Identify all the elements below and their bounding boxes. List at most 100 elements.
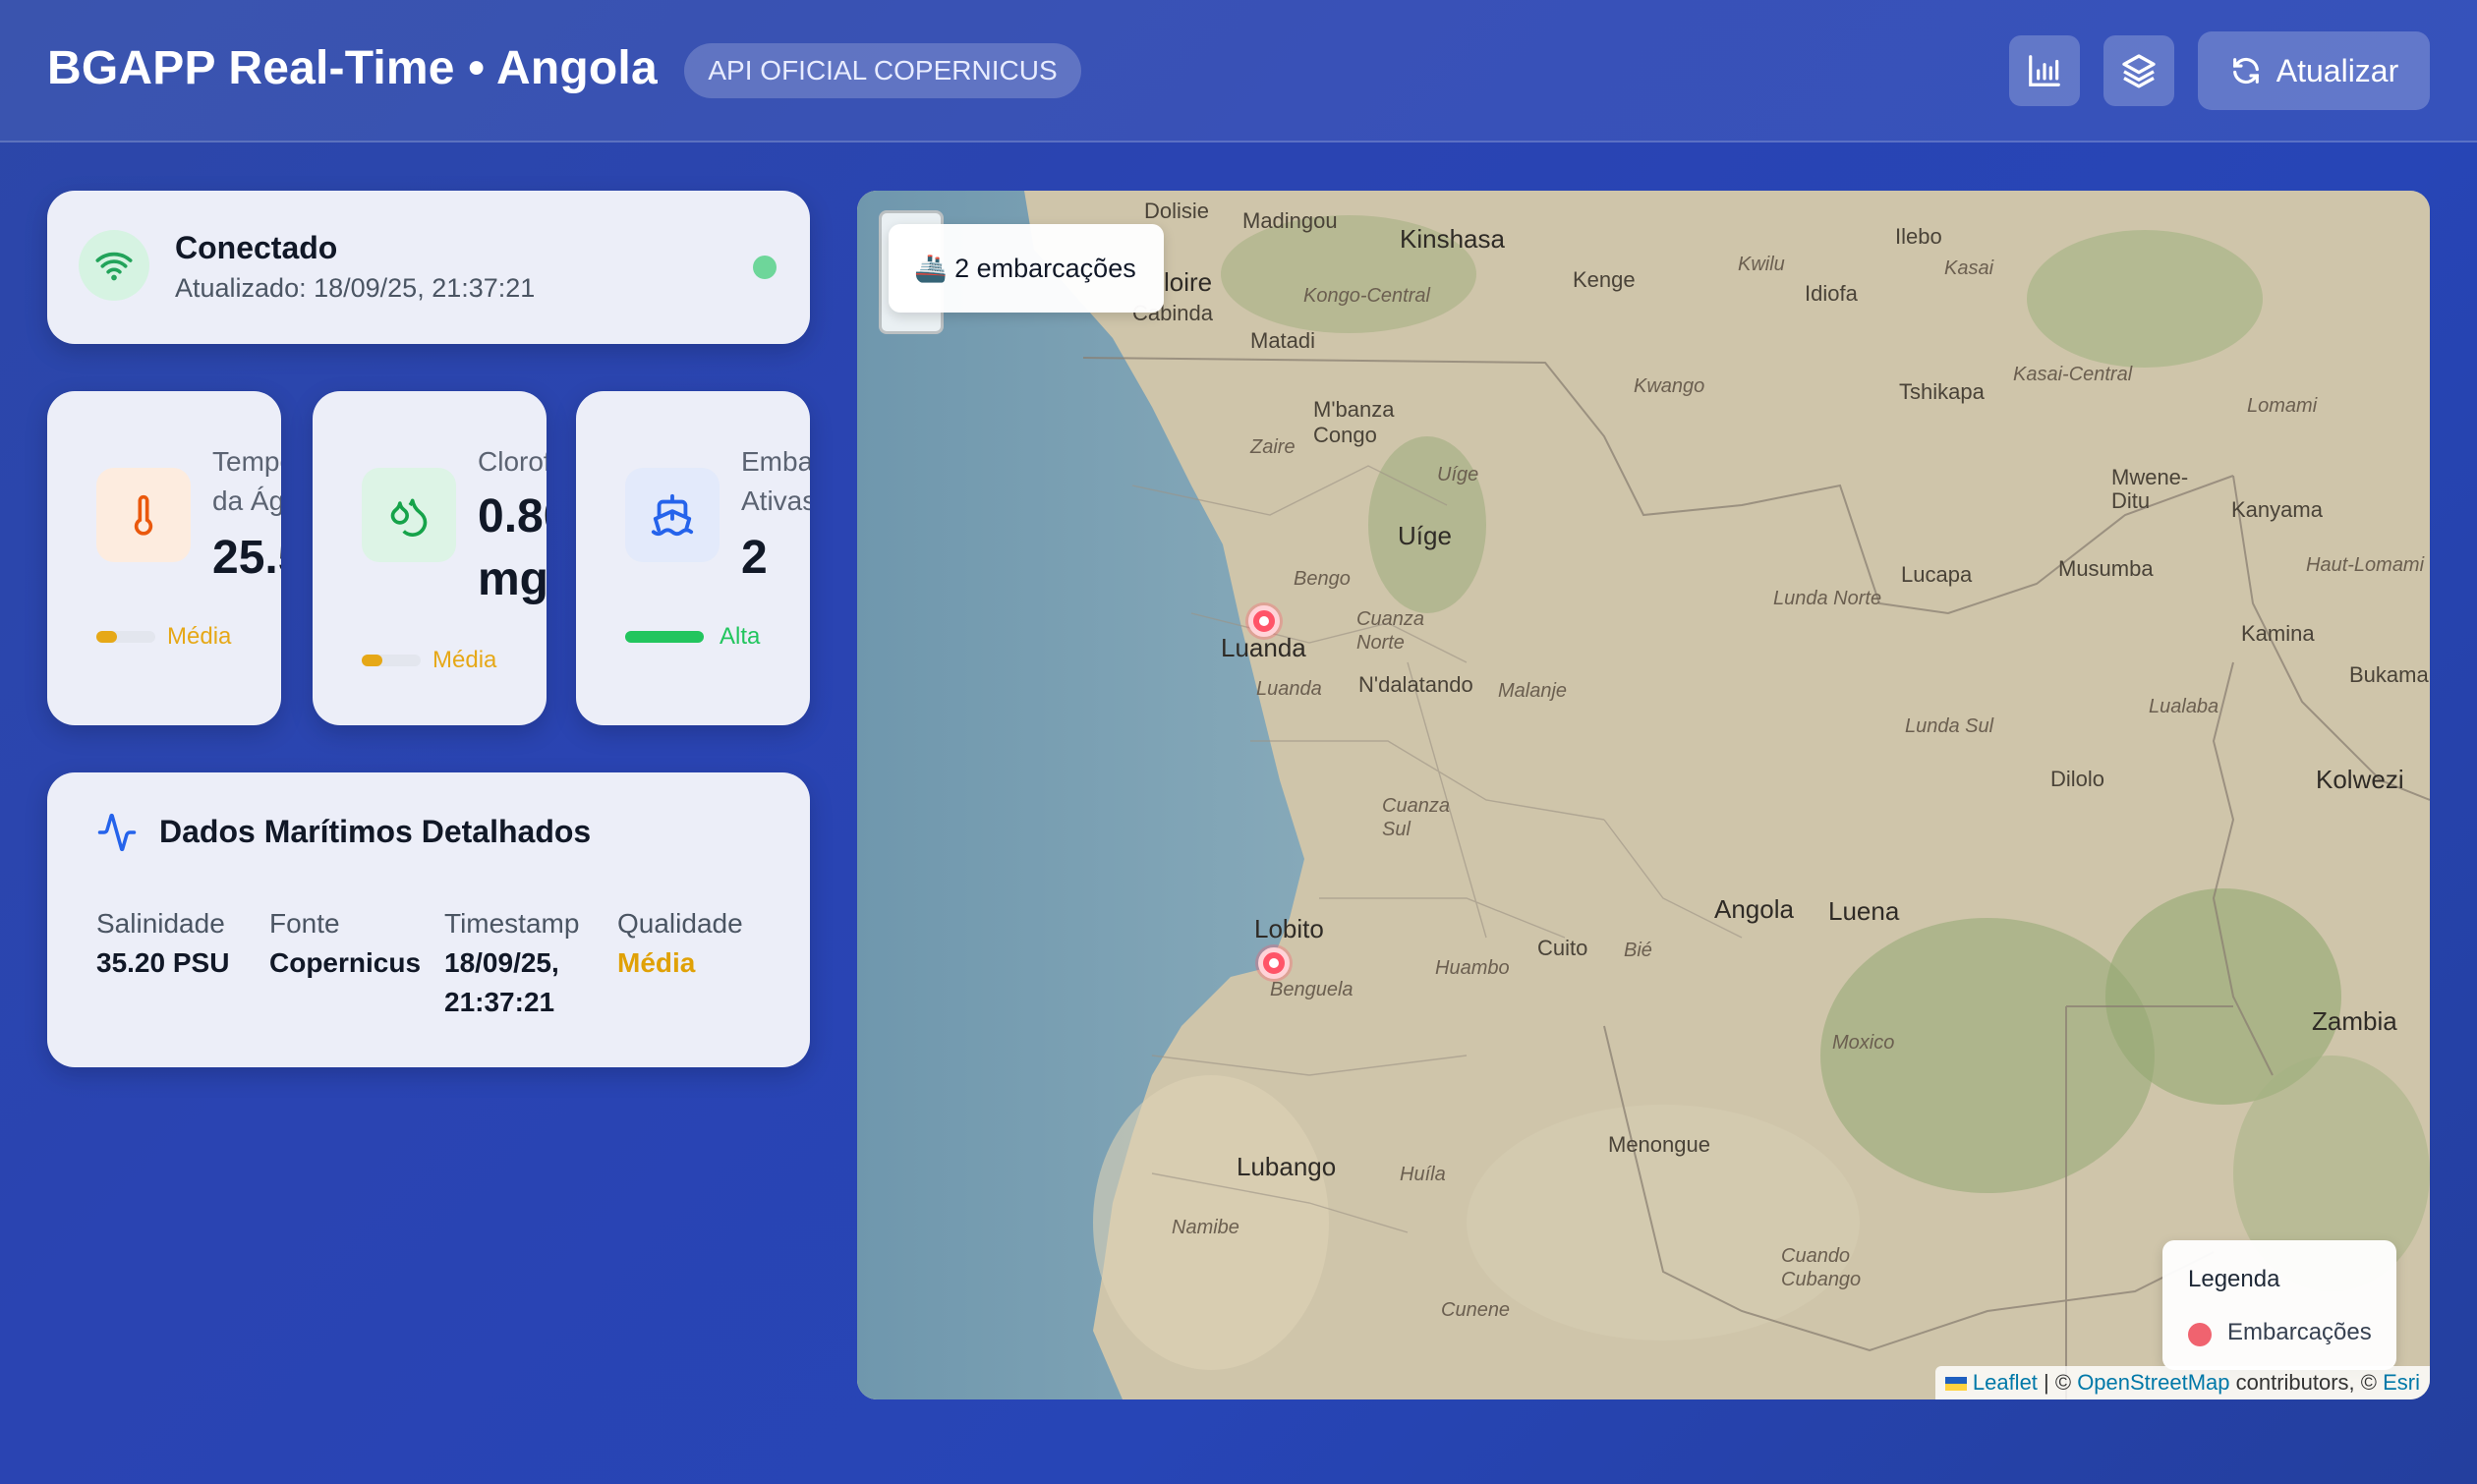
map-label: Moxico <box>1832 1032 1895 1054</box>
map-label: Bengo <box>1294 568 1351 590</box>
metric-card-chlorophyll[interactable]: Clorofila 0.80 mg/m³ Média <box>313 391 547 725</box>
map-label: Kolwezi <box>2316 765 2404 794</box>
map-label: Dolisie <box>1144 199 1210 223</box>
map-label: Lunda Sul <box>1905 715 1994 737</box>
vessel-count-badge: 🚢 2 embarcações <box>889 224 1164 313</box>
map-label: Luena <box>1828 896 1900 926</box>
map-label: Matadi <box>1250 328 1316 353</box>
map-label: Benguela <box>1270 979 1354 1000</box>
map-label: Angola <box>1714 894 1794 924</box>
map-label: Menongue <box>1608 1132 1710 1157</box>
detail-value: 18/09/25, 21:37:21 <box>444 947 559 1017</box>
map-view[interactable]: Dolisie Madingou Kinshasa Ilebo Kenge Kw… <box>857 191 2430 1399</box>
refresh-button[interactable]: Atualizar <box>2198 31 2430 110</box>
map-label: Kinshasa <box>1400 224 1505 254</box>
metric-label: Temperatura da Água <box>212 446 281 516</box>
map-label: N'dalatando <box>1358 672 1473 697</box>
quality-bar-fill <box>96 631 117 643</box>
leaflet-link[interactable]: Leaflet <box>1973 1370 2038 1395</box>
map-label: Kasai-Central <box>2013 364 2133 385</box>
thermometer-icon <box>96 468 191 562</box>
quality-bar <box>625 631 704 643</box>
map-label: Lubango <box>1237 1152 1337 1181</box>
attribution-separator: contributors, © <box>2229 1370 2384 1395</box>
map-label: Malanje <box>1498 680 1568 702</box>
refresh-label: Atualizar <box>2275 52 2399 88</box>
status-indicator-dot <box>753 256 777 279</box>
map-label: Lualaba <box>2149 696 2219 717</box>
map-label: Luanda <box>1221 633 1306 662</box>
detail-timestamp: Timestamp 18/09/25, 21:37:21 <box>444 904 579 1022</box>
metric-card-vessels[interactable]: Embarcações Ativas 2 Alta <box>576 391 810 725</box>
detail-value: 35.20 PSU <box>96 947 230 978</box>
api-source-badge: API OFICIAL COPERNICUS <box>684 43 1081 98</box>
app-title: BGAPP Real-Time • Angola <box>47 42 658 94</box>
map-label: Madingou <box>1242 208 1338 233</box>
detail-value: Média <box>617 947 696 978</box>
map-label: Zaire <box>1250 436 1296 458</box>
quality-label: Média <box>167 623 232 650</box>
osm-link[interactable]: OpenStreetMap <box>2077 1370 2229 1395</box>
legend-item-label: Embarcações <box>2227 1319 2372 1345</box>
detail-key: Salinidade <box>96 908 225 939</box>
map-base-layer <box>857 191 2430 1399</box>
map-label: Cunene <box>1441 1299 1511 1321</box>
quality-label: Média <box>432 647 497 673</box>
map-label: Haut-Lomami <box>2306 554 2425 576</box>
wifi-icon <box>79 230 149 301</box>
map-label: Idiofa <box>1805 281 1858 306</box>
connection-status: Conectado <box>175 230 338 265</box>
map-label: M'banza Congo <box>1313 397 1395 447</box>
maritime-details-card: Dados Marítimos Detalhados Salinidade 35… <box>47 772 810 1067</box>
metric-value: 0.80 mg/m³ <box>478 490 547 605</box>
metric-value: 25.5°C <box>212 532 281 584</box>
quality-bar-fill <box>362 655 382 666</box>
map-label: Lobito <box>1254 914 1324 943</box>
map-label: Lomami <box>2247 395 2318 417</box>
map-label: Uíge <box>1437 464 1479 485</box>
detail-salinity: Salinidade 35.20 PSU <box>96 904 229 983</box>
map-label: Namibe <box>1172 1217 1239 1238</box>
quality-bar <box>96 631 155 643</box>
map-label: Dilolo <box>2050 767 2105 791</box>
map-label: Kwilu <box>1738 254 1785 275</box>
legend-marker-swatch <box>2188 1323 2212 1346</box>
map-label: Lunda Norte <box>1773 588 1882 609</box>
map-label: Bukama <box>2349 662 2429 687</box>
map-label: Huambo <box>1435 957 1510 979</box>
map-label: Bié <box>1624 940 1652 961</box>
map-label: Cuanza Sul <box>1382 795 1450 840</box>
detail-source: Fonte Copernicus <box>269 904 421 983</box>
esri-link[interactable]: Esri <box>2383 1370 2420 1395</box>
detail-quality: Qualidade Média <box>617 904 743 983</box>
map-attribution: Leaflet | © OpenStreetMap contributors, … <box>1934 1366 2430 1399</box>
map-label: Kongo-Central <box>1303 285 1430 307</box>
metric-value: 2 <box>741 532 768 584</box>
details-title: Dados Marítimos Detalhados <box>159 814 592 849</box>
metric-card-temperature[interactable]: Temperatura da Água 25.5°C Média <box>47 391 281 725</box>
layers-button[interactable] <box>2103 35 2174 106</box>
map-label: Huíla <box>1400 1164 1446 1185</box>
map-label: Kasai <box>1944 257 1994 279</box>
map-legend: Legenda Embarcações <box>2162 1240 2396 1370</box>
legend-title: Legenda <box>2188 1266 2280 1292</box>
quality-bar-fill <box>625 631 704 643</box>
vessel-marker[interactable] <box>1258 947 1290 979</box>
map-label: Kanyama <box>2231 497 2323 522</box>
map-label: Uíge <box>1398 521 1452 550</box>
map-label: Cuando Cubango <box>1781 1245 1862 1290</box>
charts-button[interactable] <box>2009 35 2080 106</box>
droplets-icon <box>362 468 456 562</box>
app-header: BGAPP Real-Time • Angola API OFICIAL COP… <box>0 0 2477 143</box>
map-label: Kwango <box>1634 375 1705 397</box>
bar-chart-icon <box>2029 55 2060 86</box>
map-label: loire <box>1164 267 1213 297</box>
map-label: Cuito <box>1537 936 1588 960</box>
vessel-marker[interactable] <box>1248 605 1280 637</box>
map-label: Kenge <box>1573 267 1636 292</box>
metric-label: Clorofila <box>478 446 547 477</box>
metric-label: Embarcações Ativas <box>741 446 810 516</box>
map-label: Ilebo <box>1895 224 1942 249</box>
activity-icon <box>97 813 137 852</box>
quality-label: Alta <box>720 623 761 650</box>
